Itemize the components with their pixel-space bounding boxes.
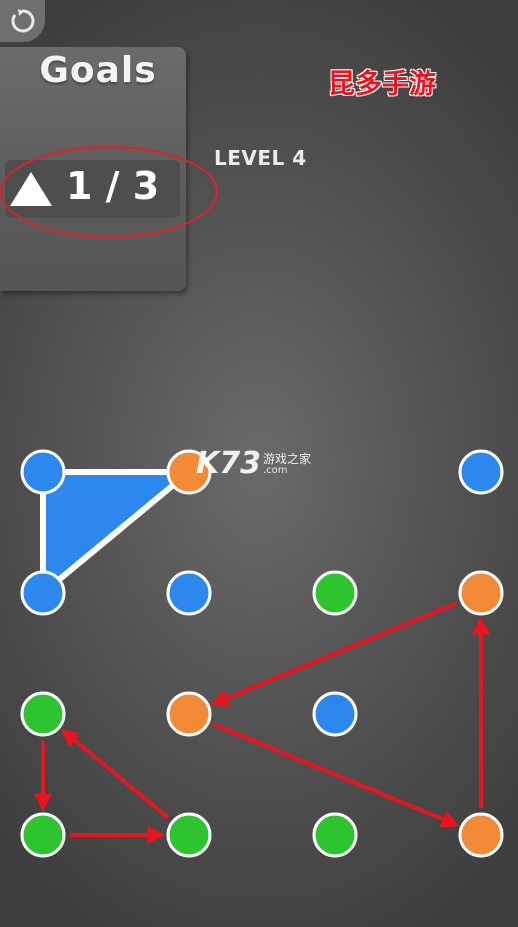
dot-green[interactable] xyxy=(166,812,212,858)
dot-blue[interactable] xyxy=(20,449,66,495)
watermark-logo: K73 xyxy=(196,446,261,481)
hint-arrow xyxy=(213,722,460,828)
completed-triangle xyxy=(40,469,192,596)
dot-orange[interactable] xyxy=(166,691,212,737)
dot-green[interactable] xyxy=(20,812,66,858)
completed-shapes xyxy=(40,469,192,596)
dot-orange[interactable] xyxy=(458,570,504,616)
dot-blue[interactable] xyxy=(166,570,212,616)
dot-blue[interactable] xyxy=(458,449,504,495)
hint-arrows xyxy=(34,601,490,844)
hint-arrow xyxy=(61,728,170,820)
dot-green[interactable] xyxy=(20,691,66,737)
dot-green[interactable] xyxy=(312,812,358,858)
dot-blue[interactable] xyxy=(20,570,66,616)
watermark-logo-domain: .com xyxy=(263,465,288,476)
dot-orange[interactable] xyxy=(458,812,504,858)
dot-green[interactable] xyxy=(312,570,358,616)
hint-arrow xyxy=(210,601,457,707)
dot-blue[interactable] xyxy=(312,691,358,737)
